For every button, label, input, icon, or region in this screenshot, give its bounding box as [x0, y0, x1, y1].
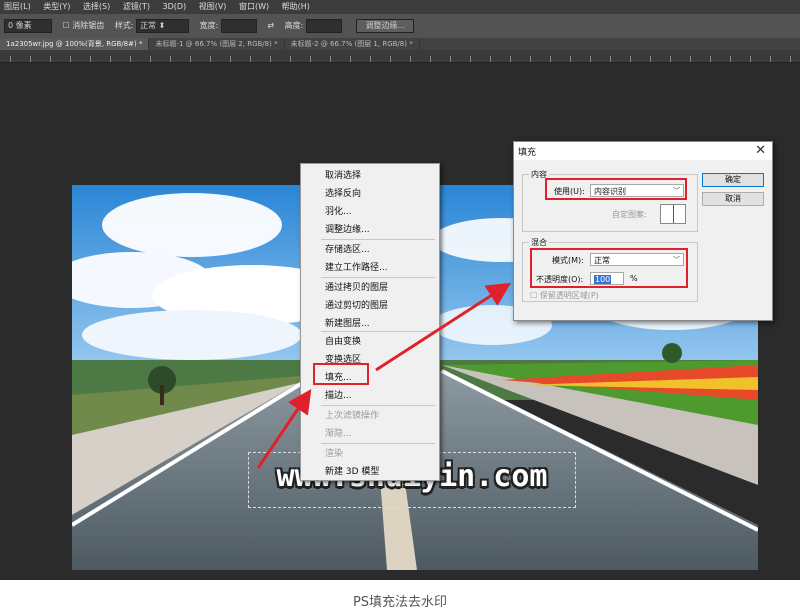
annotation-arrows: [256, 282, 512, 469]
arrow-to-fill-item: [256, 389, 312, 469]
image-caption: PS填充法去水印: [352, 595, 448, 610]
arrow-to-dialog: [375, 282, 512, 372]
photoshop-window: 图层(L) 类型(Y) 选择(S) 滤镜(T) 3D(D) 视图(V) 窗口(W…: [0, 0, 800, 580]
